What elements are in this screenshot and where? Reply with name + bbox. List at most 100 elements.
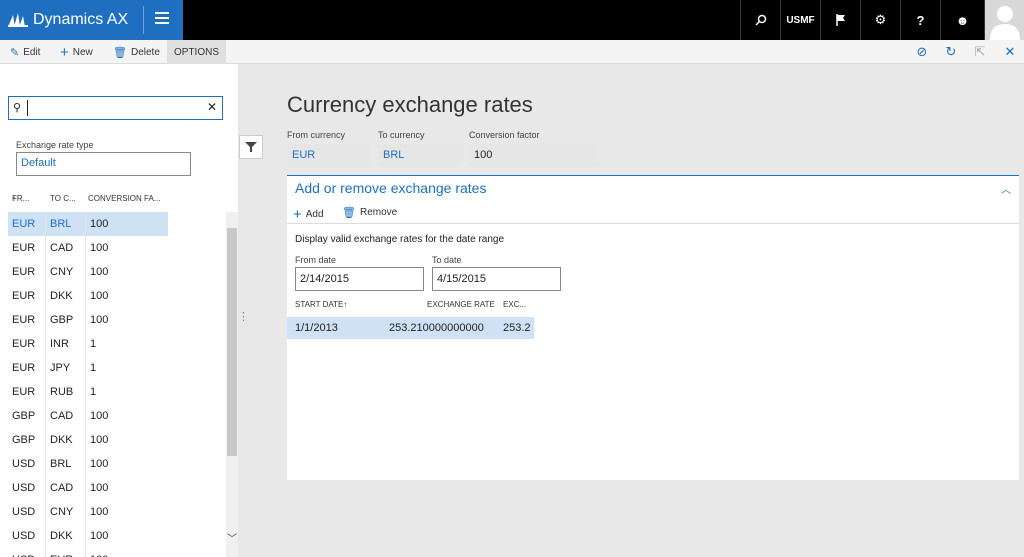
col-exchange-rate[interactable]: EXCHANGE RATE	[427, 300, 495, 309]
from-currency-label: From currency	[287, 130, 346, 140]
scroll-thumb[interactable]	[227, 228, 237, 456]
list-pane: ⚲ ✕ Exchange rate type Default FR... ↑ T…	[0, 64, 238, 557]
table-row[interactable]: 1/1/2013 253.210000000000 253.2	[287, 317, 534, 339]
remove-rate-button[interactable]: 🗑 Remove	[342, 206, 397, 219]
gear-icon: ⚙	[874, 12, 887, 27]
edit-button[interactable]: ✎ Edit	[10, 40, 40, 64]
col-from[interactable]: FR... ↑	[12, 194, 29, 203]
filter-icon	[245, 142, 257, 152]
user-silhouette-icon	[990, 6, 1020, 40]
navigation-menu-icon[interactable]	[155, 12, 169, 26]
row-conversion-factor: 100	[90, 290, 109, 302]
row-from-currency: USD	[8, 524, 46, 548]
row-from-currency: EUR	[8, 260, 46, 284]
open-new-window-icon[interactable]: ⇱	[972, 44, 988, 60]
table-row[interactable]: EUR RUB 1	[0, 380, 226, 404]
exchange-rates-fasttab: Add or remove exchange rates ︿ + Add 🗑 Rem…	[287, 175, 1019, 480]
row-conversion-factor: 100	[90, 506, 109, 518]
row-from-currency: EUR	[8, 332, 46, 356]
col-exc[interactable]: EXC...	[503, 300, 526, 309]
pane-splitter-icon[interactable]: ⋮	[238, 310, 249, 323]
row-to-currency: RUB	[46, 380, 86, 404]
to-date-label: To date	[432, 255, 462, 265]
refresh-icon[interactable]: ↻	[943, 44, 959, 60]
row-to-currency: DKK	[46, 428, 86, 452]
row-from-currency: EUR	[8, 284, 46, 308]
table-row[interactable]: USD CAD 100	[0, 476, 226, 500]
feedback-button[interactable]: ☻	[940, 0, 984, 40]
help-button[interactable]: ?	[900, 0, 940, 40]
table-row[interactable]: USDEUR100	[0, 548, 226, 557]
table-row[interactable]: USD CNY 100	[0, 500, 226, 524]
table-row[interactable]: USD DKK 100	[0, 524, 226, 548]
row-to-currency: CNY	[46, 500, 86, 524]
smiley-icon: ☻	[955, 12, 970, 28]
app-name: Dynamics AX	[33, 11, 129, 28]
search-button[interactable]	[740, 0, 780, 40]
settings-button[interactable]: ⚙	[860, 0, 900, 40]
table-row[interactable]: GBP CAD 100	[0, 404, 226, 428]
from-date-input[interactable]: 2/14/2015	[295, 267, 424, 291]
dynamics-logo-icon	[8, 13, 28, 27]
trash-icon: 🗑	[113, 46, 127, 59]
scroll-down-icon[interactable]: ﹀	[226, 530, 238, 545]
row-to-currency: CAD	[46, 404, 86, 428]
row-from-currency: USD	[8, 548, 46, 557]
row-conversion-factor: 1	[90, 338, 97, 350]
filter-button[interactable]	[239, 135, 263, 159]
attach-icon[interactable]: ⊘	[914, 44, 930, 60]
col-start-date[interactable]: START DATE↑	[295, 300, 347, 309]
feedback-flag-button[interactable]	[820, 0, 860, 40]
company-button[interactable]: USMF	[780, 0, 820, 40]
table-row[interactable]: GBP DKK 100	[0, 428, 226, 452]
table-row[interactable]: EUR DKK 100	[0, 284, 226, 308]
from-currency-value: EUR	[287, 144, 370, 166]
brand-area: Dynamics AX	[0, 0, 183, 40]
table-row[interactable]: USD BRL 100	[0, 452, 226, 476]
chevron-up-icon[interactable]: ︿	[1001, 181, 1011, 196]
table-row[interactable]: EUR JPY 1	[0, 356, 226, 380]
user-avatar[interactable]	[984, 0, 1024, 40]
row-conversion-factor: 100	[90, 410, 109, 422]
to-date-input[interactable]: 4/15/2015	[432, 267, 561, 291]
trash-icon: 🗑	[342, 207, 356, 219]
rate-type-field[interactable]: Default	[16, 152, 191, 176]
row-conversion-factor: 100	[86, 212, 168, 236]
to-currency-value: BRL	[378, 144, 461, 166]
table-row[interactable]: EUR BRL 100	[0, 212, 226, 236]
to-currency-label: To currency	[378, 130, 425, 140]
row-conversion-factor: 100	[86, 548, 168, 557]
row-to-currency: CAD	[46, 476, 86, 500]
row-to-currency: JPY	[46, 356, 86, 380]
close-icon[interactable]: ✕	[1002, 44, 1018, 60]
row-from-currency: EUR	[8, 380, 46, 404]
options-tab[interactable]: OPTIONS	[167, 40, 227, 64]
new-button[interactable]: + New	[60, 40, 93, 64]
search-field[interactable]: ⚲ ✕	[8, 96, 223, 120]
row-to-currency: BRL	[46, 212, 86, 236]
row-conversion-factor: 100	[90, 458, 109, 470]
row-to-currency: DKK	[46, 284, 86, 308]
add-rate-button[interactable]: + Add	[293, 206, 324, 223]
search-input[interactable]	[27, 100, 197, 116]
delete-button[interactable]: 🗑 Delete	[113, 40, 160, 64]
col-to[interactable]: TO C...	[50, 194, 76, 203]
row-to-currency: CAD	[46, 236, 86, 260]
grid-scrollbar[interactable]: ︿ ﹀	[226, 212, 238, 557]
plus-icon: +	[60, 43, 69, 61]
table-row[interactable]: EUR INR 1	[0, 332, 226, 356]
brand-separator	[143, 6, 144, 34]
action-pane: ✎ Edit + New 🗑 Delete OPTIONS ⊘ ↻ ⇱ ✕	[0, 40, 1024, 64]
row-from-currency: EUR	[8, 236, 46, 260]
table-row[interactable]: EUR GBP 100	[0, 308, 226, 332]
col-conversion-factor[interactable]: CONVERSION FA...	[88, 194, 160, 203]
fasttab-title[interactable]: Add or remove exchange rates	[295, 180, 486, 196]
row-to-currency: CNY	[46, 260, 86, 284]
table-row[interactable]: EUR CNY 100	[0, 260, 226, 284]
table-row[interactable]: EUR CAD 100	[0, 236, 226, 260]
row-to-currency: GBP	[46, 308, 86, 332]
plus-icon: +	[293, 206, 302, 223]
row-from-currency: GBP	[8, 404, 46, 428]
row-conversion-factor: 100	[90, 266, 109, 278]
clear-search-icon[interactable]: ✕	[207, 100, 217, 114]
